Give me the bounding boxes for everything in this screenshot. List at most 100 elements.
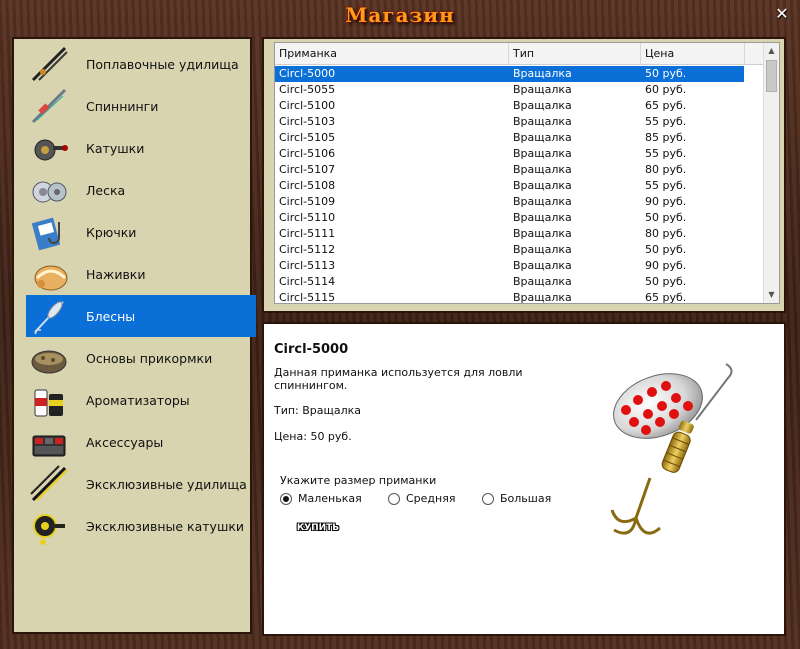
table-row[interactable]: Circl-5109 Вращалка 90 руб. bbox=[275, 194, 744, 210]
cell-price: 55 руб. bbox=[645, 179, 687, 192]
sidebar-item-bait[interactable]: Наживки bbox=[26, 253, 256, 295]
sidebar-item-label: Эксклюзивные удилища bbox=[86, 476, 247, 492]
sidebar-item-reels[interactable]: Катушки bbox=[26, 127, 256, 169]
table-row[interactable]: Circl-5108 Вращалка 55 руб. bbox=[275, 178, 744, 194]
size-option-label: Маленькая bbox=[298, 492, 362, 505]
cell-type: Вращалка bbox=[513, 259, 572, 272]
sidebar-item-label: Спиннинги bbox=[86, 98, 159, 114]
scrollbar-thumb[interactable] bbox=[766, 60, 777, 92]
scroll-down-icon[interactable]: ▼ bbox=[764, 287, 779, 303]
flavoring-icon bbox=[28, 379, 70, 421]
cell-type: Вращалка bbox=[513, 115, 572, 128]
sidebar-item-line[interactable]: Леска bbox=[26, 169, 256, 211]
cell-price: 80 руб. bbox=[645, 227, 687, 240]
radio-small[interactable] bbox=[280, 492, 292, 505]
cell-type: Вращалка bbox=[513, 275, 572, 288]
cell-lure: Circl-5107 bbox=[279, 163, 336, 176]
cell-lure: Circl-5109 bbox=[279, 195, 336, 208]
sidebar-item-label: Основы прикормки bbox=[86, 350, 213, 366]
column-header-type[interactable]: Тип bbox=[509, 43, 641, 65]
sidebar-item-accessories[interactable]: Аксессуары bbox=[26, 421, 256, 463]
table-row[interactable]: Circl-5000 Вращалка 50 руб. bbox=[275, 66, 744, 82]
sidebar-item-float-rods[interactable]: Поплавочные удилища bbox=[26, 43, 256, 85]
cell-type: Вращалка bbox=[513, 131, 572, 144]
cell-lure: Circl-5055 bbox=[279, 83, 336, 96]
size-option-large[interactable]: Большая bbox=[482, 492, 551, 505]
product-detail-panel: Circl-5000 Данная приманка используется … bbox=[262, 322, 786, 636]
vertical-scrollbar[interactable]: ▲ ▼ bbox=[763, 43, 779, 303]
table-header: Приманка Тип Цена bbox=[275, 43, 765, 65]
sidebar-item-hooks[interactable]: Крючки bbox=[26, 211, 256, 253]
table-row[interactable]: Circl-5115 Вращалка 65 руб. bbox=[275, 290, 744, 304]
sidebar-item-spinning-rods[interactable]: Спиннинги bbox=[26, 85, 256, 127]
cell-lure: Circl-5105 bbox=[279, 131, 336, 144]
cell-price: 55 руб. bbox=[645, 115, 687, 128]
sidebar-item-groundbait[interactable]: Основы прикормки bbox=[26, 337, 256, 379]
table-row[interactable]: Circl-5107 Вращалка 80 руб. bbox=[275, 162, 744, 178]
table-row[interactable]: Circl-5113 Вращалка 90 руб. bbox=[275, 258, 744, 274]
product-name: Circl-5000 bbox=[274, 342, 349, 357]
cell-lure: Circl-5110 bbox=[279, 211, 336, 224]
cell-lure: Circl-5112 bbox=[279, 243, 336, 256]
table-row[interactable]: Circl-5055 Вращалка 60 руб. bbox=[275, 82, 744, 98]
size-option-medium[interactable]: Средняя bbox=[388, 492, 455, 505]
cell-price: 90 руб. bbox=[645, 195, 687, 208]
cell-price: 50 руб. bbox=[645, 67, 687, 80]
lure-image bbox=[576, 350, 756, 546]
table-row[interactable]: Circl-5111 Вращалка 80 руб. bbox=[275, 226, 744, 242]
table-row[interactable]: Circl-5106 Вращалка 55 руб. bbox=[275, 146, 744, 162]
cell-type: Вращалка bbox=[513, 291, 572, 304]
table-row[interactable]: Circl-5112 Вращалка 50 руб. bbox=[275, 242, 744, 258]
column-header-lure[interactable]: Приманка bbox=[275, 43, 509, 65]
sidebar-item-label: Поплавочные удилища bbox=[86, 56, 239, 72]
size-option-label: Большая bbox=[500, 492, 552, 505]
radio-large[interactable] bbox=[482, 492, 494, 505]
table-row[interactable]: Circl-5100 Вращалка 65 руб. bbox=[275, 98, 744, 114]
tackle-box-icon bbox=[28, 421, 70, 463]
table-row[interactable]: Circl-5110 Вращалка 50 руб. bbox=[275, 210, 744, 226]
sidebar-item-lures[interactable]: Блесны bbox=[26, 295, 256, 337]
cell-type: Вращалка bbox=[513, 227, 572, 240]
cell-type: Вращалка bbox=[513, 67, 572, 80]
scroll-up-icon[interactable]: ▲ bbox=[764, 43, 779, 59]
product-type: Тип: Вращалка bbox=[274, 404, 362, 417]
fishing-line-icon bbox=[28, 169, 70, 211]
cell-price: 90 руб. bbox=[645, 259, 687, 272]
cell-price: 65 руб. bbox=[645, 99, 687, 112]
table-row[interactable]: Circl-5103 Вращалка 55 руб. bbox=[275, 114, 744, 130]
cell-type: Вращалка bbox=[513, 179, 572, 192]
size-option-small[interactable]: Маленькая bbox=[280, 492, 362, 505]
sidebar-item-label: Наживки bbox=[86, 266, 146, 282]
groundbait-icon bbox=[28, 337, 70, 379]
cell-type: Вращалка bbox=[513, 163, 572, 176]
cell-price: 65 руб. bbox=[645, 291, 687, 304]
cell-lure: Circl-5115 bbox=[279, 291, 336, 304]
cell-type: Вращалка bbox=[513, 83, 572, 96]
table-row[interactable]: Circl-5114 Вращалка 50 руб. bbox=[275, 274, 744, 290]
radio-medium[interactable] bbox=[388, 492, 400, 505]
sidebar-item-label: Крючки bbox=[86, 224, 137, 240]
sidebar-item-exclusive-rods[interactable]: Эксклюзивные удилища bbox=[26, 463, 256, 505]
sidebar-item-label: Леска bbox=[86, 182, 126, 198]
cell-lure: Circl-5114 bbox=[279, 275, 336, 288]
close-icon[interactable]: ✕ bbox=[774, 6, 790, 22]
cell-lure: Circl-5100 bbox=[279, 99, 336, 112]
cell-price: 60 руб. bbox=[645, 83, 687, 96]
cell-lure: Circl-5113 bbox=[279, 259, 336, 272]
bait-icon bbox=[28, 253, 70, 295]
buy-button[interactable]: КУПИТЬ bbox=[290, 522, 346, 534]
sidebar-item-exclusive-reels[interactable]: Эксклюзивные катушки bbox=[26, 505, 256, 547]
sidebar-item-label: Блесны bbox=[86, 308, 136, 324]
sidebar-item-flavorings[interactable]: Ароматизаторы bbox=[26, 379, 256, 421]
category-sidebar: Поплавочные удилища Спиннинги Катушки Ле… bbox=[12, 37, 256, 634]
cell-price: 55 руб. bbox=[645, 147, 687, 160]
cell-lure: Circl-5111 bbox=[279, 227, 336, 240]
size-option-label: Средняя bbox=[406, 492, 456, 505]
table-row[interactable]: Circl-5105 Вращалка 85 руб. bbox=[275, 130, 744, 146]
column-header-price[interactable]: Цена bbox=[641, 43, 745, 65]
cell-price: 50 руб. bbox=[645, 243, 687, 256]
float-rod-icon bbox=[28, 43, 70, 85]
cell-price: 50 руб. bbox=[645, 275, 687, 288]
cell-type: Вращалка bbox=[513, 211, 572, 224]
cell-type: Вращалка bbox=[513, 99, 572, 112]
